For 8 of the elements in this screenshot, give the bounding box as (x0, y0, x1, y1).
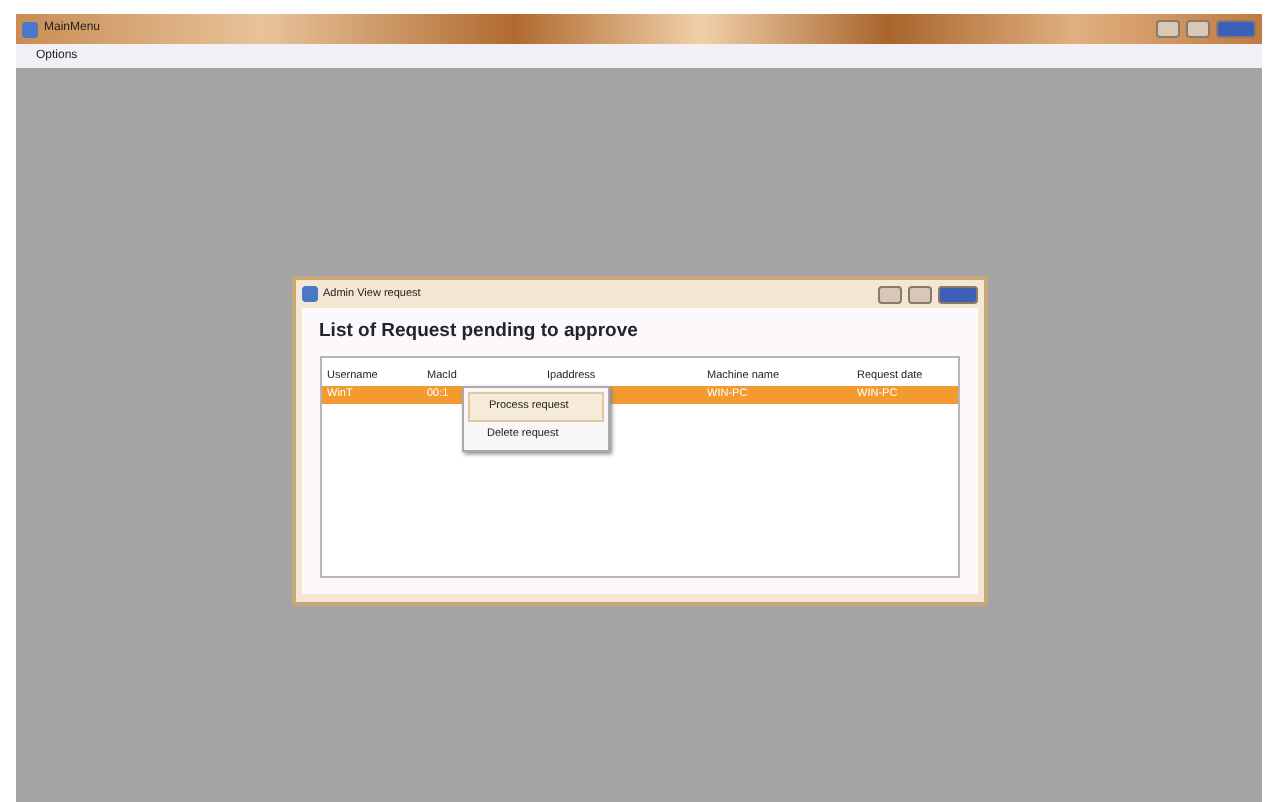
close-button[interactable] (937, 285, 977, 303)
maximize-button[interactable] (907, 285, 931, 303)
minimize-button[interactable] (1156, 20, 1180, 38)
app-icon (22, 21, 38, 37)
maximize-button[interactable] (1186, 20, 1210, 38)
minimize-button[interactable] (877, 285, 901, 303)
heading: List of Request pending to approve (319, 318, 640, 346)
app-icon (301, 286, 317, 302)
